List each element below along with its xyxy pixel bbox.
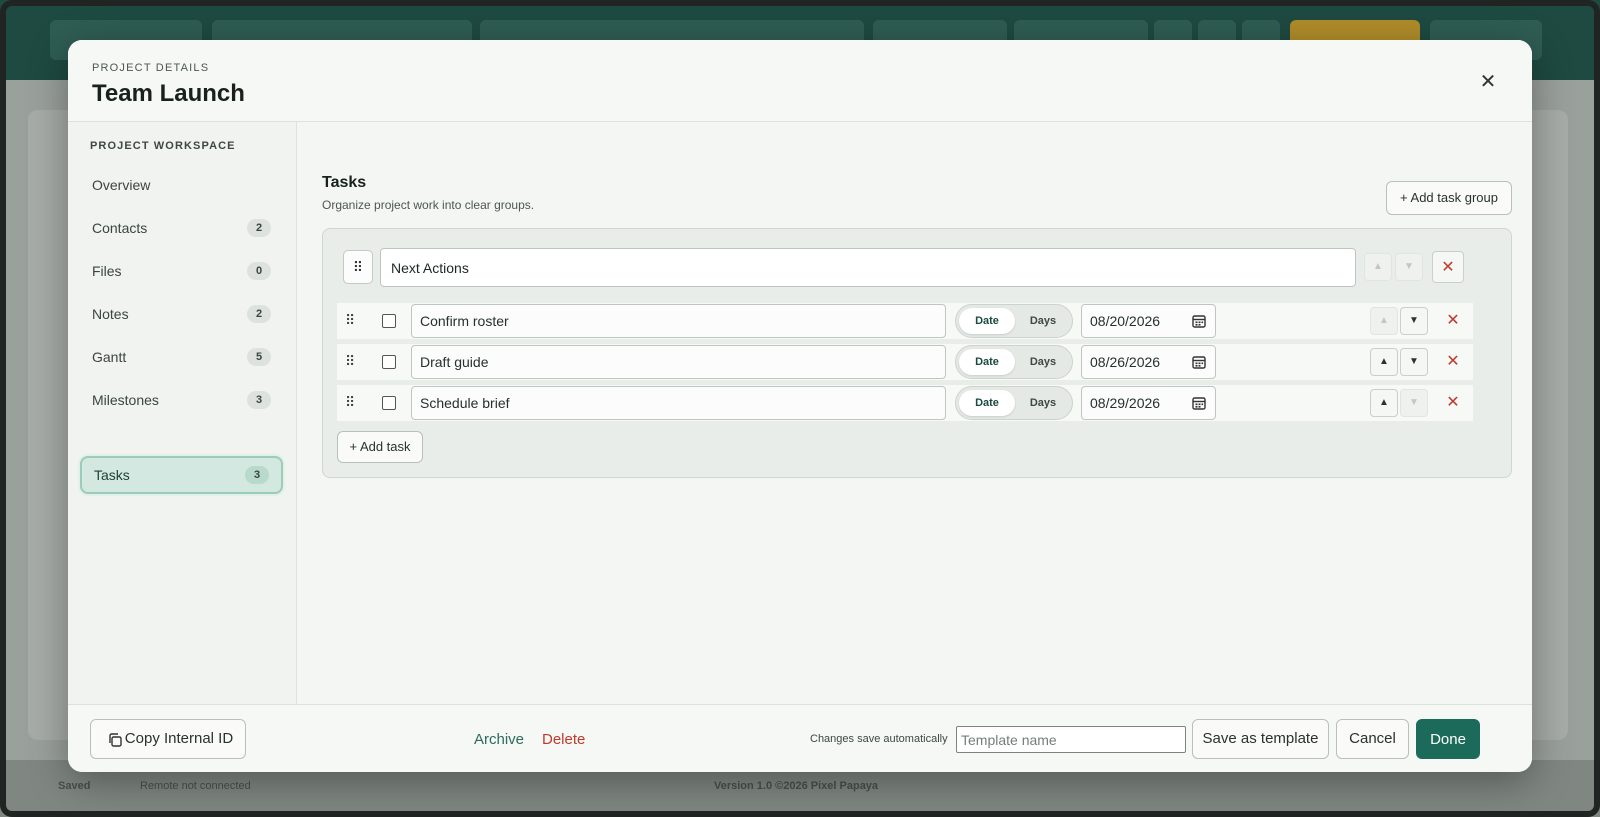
task-checkbox[interactable] — [382, 396, 396, 410]
autosave-text: Changes save automatically — [810, 733, 948, 745]
section-title: Tasks — [322, 174, 367, 191]
copy-internal-id-button[interactable]: Copy Internal ID — [90, 719, 246, 759]
status-saved: Saved — [58, 780, 91, 792]
move-up-icon[interactable]: ▲ — [1370, 307, 1398, 335]
due-date-input[interactable]: 08/20/2026 — [1081, 304, 1216, 338]
count-badge: 3 — [247, 391, 271, 409]
copy-id-label: Copy Internal ID — [124, 730, 234, 747]
sidebar-item-label: Notes — [92, 306, 129, 322]
drag-handle-icon[interactable]: ⠿ — [343, 250, 373, 284]
sidebar-item-milestones[interactable]: Milestones 3 — [80, 381, 283, 419]
mode-date-option[interactable]: Date — [959, 390, 1015, 416]
task-row: ⠿ Date Days 08/29/2026 ▲ ▼ ✕ — [337, 385, 1473, 421]
calendar-icon[interactable] — [1191, 395, 1207, 411]
group-name-input[interactable] — [380, 248, 1356, 287]
task-name-input[interactable] — [411, 386, 946, 420]
calendar-icon[interactable] — [1191, 354, 1207, 370]
date-mode-toggle: Date Days — [955, 304, 1073, 338]
sidebar-item-gantt[interactable]: Gantt 5 — [80, 338, 283, 376]
mode-days-option[interactable]: Days — [1015, 349, 1071, 375]
add-task-button[interactable]: + Add task — [337, 431, 423, 463]
sidebar-item-tasks[interactable]: Tasks 3 — [80, 456, 283, 494]
move-down-icon[interactable]: ▼ — [1400, 389, 1428, 417]
mode-date-option[interactable]: Date — [959, 349, 1015, 375]
sidebar-item-contacts[interactable]: Contacts 2 — [80, 209, 283, 247]
task-group: ⠿ ▲ ▼ ✕ ⠿ Date Days 08/20/2026 ▲ ▼ — [322, 228, 1512, 478]
delete-link[interactable]: Delete — [542, 731, 585, 748]
add-task-group-button[interactable]: + Add task group — [1386, 181, 1512, 215]
due-date-value: 08/20/2026 — [1090, 313, 1161, 329]
move-down-icon[interactable]: ▼ — [1395, 253, 1423, 281]
close-icon[interactable]: ✕ — [1476, 70, 1500, 94]
cancel-button[interactable]: Cancel — [1336, 719, 1409, 759]
move-down-icon[interactable]: ▼ — [1400, 348, 1428, 376]
save-as-template-button[interactable]: Save as template — [1192, 719, 1329, 759]
archive-link[interactable]: Archive — [474, 731, 524, 748]
status-version: Version 1.0 ©2026 Pixel Papaya — [714, 780, 879, 792]
delete-task-icon[interactable]: ✕ — [1437, 305, 1469, 337]
sidebar-item-label: Contacts — [92, 220, 148, 236]
section-subtitle: Organize project work into clear groups. — [322, 198, 535, 212]
template-name-input[interactable] — [956, 726, 1186, 753]
modal-title: Team Launch — [92, 80, 245, 107]
delete-task-icon[interactable]: ✕ — [1437, 387, 1469, 419]
drag-handle-icon[interactable]: ⠿ — [345, 394, 355, 411]
status-remote: Remote not connected — [140, 780, 251, 792]
task-row: ⠿ Date Days 08/20/2026 ▲ ▼ ✕ — [337, 303, 1473, 339]
mode-days-option[interactable]: Days — [1015, 308, 1071, 334]
project-details-modal: PROJECT DETAILS Team Launch ✕ PROJECT WO… — [68, 40, 1532, 772]
sidebar-item-notes[interactable]: Notes 2 — [80, 295, 283, 333]
delete-group-icon[interactable]: ✕ — [1432, 251, 1464, 283]
count-badge: 2 — [247, 219, 271, 237]
drag-handle-icon[interactable]: ⠿ — [345, 353, 355, 370]
count-badge: 0 — [247, 262, 271, 280]
date-mode-toggle: Date Days — [955, 345, 1073, 379]
copy-icon — [109, 733, 122, 747]
date-mode-toggle: Date Days — [955, 386, 1073, 420]
sidebar-item-label: Overview — [92, 177, 151, 193]
move-up-icon[interactable]: ▲ — [1364, 253, 1392, 281]
move-up-icon[interactable]: ▲ — [1370, 348, 1398, 376]
modal-header: PROJECT DETAILS Team Launch ✕ — [68, 40, 1532, 122]
count-badge: 3 — [245, 466, 269, 484]
sidebar-item-files[interactable]: Files 0 — [80, 252, 283, 290]
mode-days-option[interactable]: Days — [1015, 390, 1071, 416]
workspace-sidebar: PROJECT WORKSPACE Overview Contacts 2 Fi… — [68, 122, 297, 704]
done-button[interactable]: Done — [1416, 719, 1480, 759]
modal-footer: Copy Internal ID Archive Delete Changes … — [68, 704, 1532, 772]
sidebar-item-label: Tasks — [94, 467, 130, 483]
sidebar-heading: PROJECT WORKSPACE — [90, 140, 236, 152]
task-checkbox[interactable] — [382, 314, 396, 328]
sidebar-item-overview[interactable]: Overview — [80, 166, 283, 204]
task-name-input[interactable] — [411, 304, 946, 338]
due-date-value: 08/26/2026 — [1090, 354, 1161, 370]
due-date-input[interactable]: 08/26/2026 — [1081, 345, 1216, 379]
sidebar-item-label: Files — [92, 263, 122, 279]
delete-task-icon[interactable]: ✕ — [1437, 346, 1469, 378]
move-up-icon[interactable]: ▲ — [1370, 389, 1398, 417]
due-date-value: 08/29/2026 — [1090, 395, 1161, 411]
tasks-panel: Tasks Organize project work into clear g… — [298, 122, 1532, 704]
mode-date-option[interactable]: Date — [959, 308, 1015, 334]
count-badge: 5 — [247, 348, 271, 366]
sidebar-item-label: Milestones — [92, 392, 159, 408]
sidebar-item-label: Gantt — [92, 349, 127, 365]
move-down-icon[interactable]: ▼ — [1400, 307, 1428, 335]
count-badge: 2 — [247, 305, 271, 323]
task-row: ⠿ Date Days 08/26/2026 ▲ ▼ ✕ — [337, 344, 1473, 380]
modal-eyebrow: PROJECT DETAILS — [92, 62, 210, 74]
due-date-input[interactable]: 08/29/2026 — [1081, 386, 1216, 420]
task-name-input[interactable] — [411, 345, 946, 379]
calendar-icon[interactable] — [1191, 313, 1207, 329]
drag-handle-icon[interactable]: ⠿ — [345, 312, 355, 329]
task-checkbox[interactable] — [382, 355, 396, 369]
